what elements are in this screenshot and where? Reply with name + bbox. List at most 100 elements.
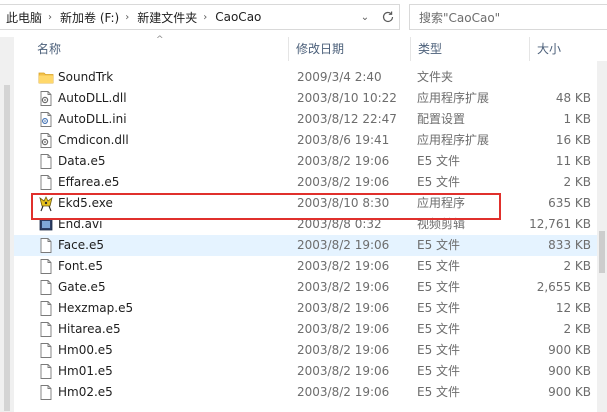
file-icon [38, 300, 54, 317]
nav-pane-scrollbar[interactable] [0, 37, 14, 412]
search-placeholder: 搜索"CaoCao" [419, 10, 501, 25]
file-type: 应用程序扩展 [417, 133, 490, 147]
file-row[interactable]: Hm01.e5 2003/8/2 19:06 E5 文件 900 KB [14, 361, 597, 382]
file-date: 2003/8/8 0:32 [297, 217, 382, 231]
column-date[interactable]: 修改日期 [296, 37, 344, 61]
file-size: 2 KB [563, 322, 591, 336]
file-date: 2003/8/2 19:06 [297, 385, 390, 399]
dll-file-icon [38, 132, 54, 149]
file-date: 2003/8/6 19:41 [297, 133, 390, 147]
file-date: 2003/8/2 19:06 [297, 238, 390, 252]
file-row[interactable]: Cmdicon.dll 2003/8/6 19:41 应用程序扩展 16 KB [14, 130, 597, 151]
file-type: E5 文件 [417, 301, 461, 315]
file-name: Hm02.e5 [58, 385, 113, 399]
file-name: Font.e5 [58, 259, 103, 273]
file-size: 2,655 KB [536, 280, 591, 294]
file-icon [38, 321, 54, 338]
file-type: E5 文件 [417, 385, 461, 399]
file-row[interactable]: Effarea.e5 2003/8/2 19:06 E5 文件 2 KB [14, 172, 597, 193]
file-icon [38, 153, 54, 170]
file-size: 900 KB [548, 385, 591, 399]
file-size: 900 KB [548, 343, 591, 357]
file-date: 2003/8/12 22:47 [297, 112, 397, 126]
chevron-down-icon[interactable]: ⌄ [358, 4, 372, 30]
file-row[interactable]: Hitarea.e5 2003/8/2 19:06 E5 文件 2 KB [14, 319, 597, 340]
address-bar[interactable]: 此电脑 › 新加卷 (F:) › 新建文件夹 › CaoCao [0, 4, 400, 30]
file-row[interactable]: Font.e5 2003/8/2 19:06 E5 文件 2 KB [14, 256, 597, 277]
file-type: E5 文件 [417, 259, 461, 273]
search-box[interactable]: 搜索"CaoCao" [409, 4, 607, 30]
file-size: 12,761 KB [529, 217, 591, 231]
file-row[interactable]: Face.e5 2003/8/2 19:06 E5 文件 833 KB [14, 235, 597, 256]
file-date: 2003/8/2 19:06 [297, 280, 390, 294]
file-size: 635 KB [548, 196, 591, 210]
file-name: AutoDLL.dll [58, 91, 127, 105]
file-type: E5 文件 [417, 322, 461, 336]
file-row[interactable]: Hm00.e5 2003/8/2 19:06 E5 文件 900 KB [14, 340, 597, 361]
folder-icon [38, 69, 54, 86]
file-date: 2003/8/2 19:06 [297, 301, 390, 315]
file-row[interactable]: Ekd5.exe 2003/8/10 8:30 应用程序 635 KB [14, 193, 597, 214]
column-header: ^ 名称 修改日期 类型 大小 [14, 35, 607, 61]
file-name: Effarea.e5 [58, 175, 120, 189]
column-divider[interactable] [288, 37, 289, 61]
file-name: Gate.e5 [58, 280, 106, 294]
file-row[interactable]: Data.e5 2003/8/2 19:06 E5 文件 11 KB [14, 151, 597, 172]
file-name: AutoDLL.ini [58, 112, 127, 126]
vertical-scrollbar[interactable] [597, 61, 607, 412]
column-divider[interactable] [529, 37, 530, 61]
column-type[interactable]: 类型 [418, 37, 442, 61]
file-name: Hexzmap.e5 [58, 301, 134, 315]
file-date: 2003/8/2 19:06 [297, 322, 390, 336]
file-size: 2 KB [563, 259, 591, 273]
chevron-right-icon[interactable]: › [201, 12, 209, 23]
file-row[interactable]: End.avi 2003/8/8 0:32 视频剪辑 12,761 KB [14, 214, 597, 235]
column-name[interactable]: 名称 [37, 37, 61, 61]
nav-scroll-thumb[interactable] [4, 85, 10, 411]
file-row[interactable]: Hexzmap.e5 2003/8/2 19:06 E5 文件 12 KB [14, 298, 597, 319]
file-icon [38, 174, 54, 191]
file-icon [38, 237, 54, 254]
file-type: 应用程序扩展 [417, 91, 490, 105]
column-divider[interactable] [410, 37, 411, 61]
refresh-button[interactable] [376, 4, 400, 30]
file-row[interactable]: AutoDLL.dll 2003/8/10 10:22 应用程序扩展 48 KB [14, 88, 597, 109]
scroll-thumb[interactable] [599, 231, 605, 273]
file-name: Cmdicon.dll [58, 133, 129, 147]
exe-app-icon [38, 195, 54, 212]
video-file-icon [38, 216, 54, 233]
file-date: 2003/8/2 19:06 [297, 154, 390, 168]
address-toolbar: 此电脑 › 新加卷 (F:) › 新建文件夹 › CaoCao ⌄ 搜索"Cao… [0, 0, 607, 37]
file-size: 2 KB [563, 175, 591, 189]
file-type: 配置设置 [417, 112, 466, 126]
breadcrumb-drive-f[interactable]: 新加卷 (F:) [54, 9, 123, 26]
file-name: End.avi [58, 217, 103, 231]
file-type: E5 文件 [417, 364, 461, 378]
file-date: 2003/8/2 19:06 [297, 343, 390, 357]
dll-file-icon [38, 90, 54, 107]
file-row[interactable]: Hm02.e5 2003/8/2 19:06 E5 文件 900 KB [14, 382, 597, 403]
chevron-right-icon[interactable]: › [46, 12, 54, 23]
file-row[interactable]: AutoDLL.ini 2003/8/12 22:47 配置设置 1 KB [14, 109, 597, 130]
file-type: E5 文件 [417, 154, 461, 168]
file-size: 16 KB [555, 133, 591, 147]
file-type: E5 文件 [417, 175, 461, 189]
file-type: 视频剪辑 [417, 217, 466, 231]
file-icon [38, 384, 54, 401]
column-size[interactable]: 大小 [537, 37, 561, 61]
file-name: Face.e5 [58, 238, 104, 252]
file-icon [38, 363, 54, 380]
file-row[interactable]: SoundTrk 2009/3/4 2:40 文件夹 [14, 67, 597, 88]
file-name: SoundTrk [58, 70, 114, 84]
file-row[interactable]: Gate.e5 2003/8/2 19:06 E5 文件 2,655 KB [14, 277, 597, 298]
ini-file-icon [38, 111, 54, 128]
file-name: Data.e5 [58, 154, 106, 168]
breadcrumb-new-folder[interactable]: 新建文件夹 [131, 9, 201, 26]
file-name: Ekd5.exe [58, 196, 113, 210]
file-name: Hm01.e5 [58, 364, 113, 378]
chevron-right-icon[interactable]: › [123, 12, 131, 23]
file-icon [38, 279, 54, 296]
file-date: 2003/8/2 19:06 [297, 175, 390, 189]
breadcrumb-this-pc[interactable]: 此电脑 [0, 9, 46, 26]
breadcrumb-caocao[interactable]: CaoCao [209, 10, 265, 24]
